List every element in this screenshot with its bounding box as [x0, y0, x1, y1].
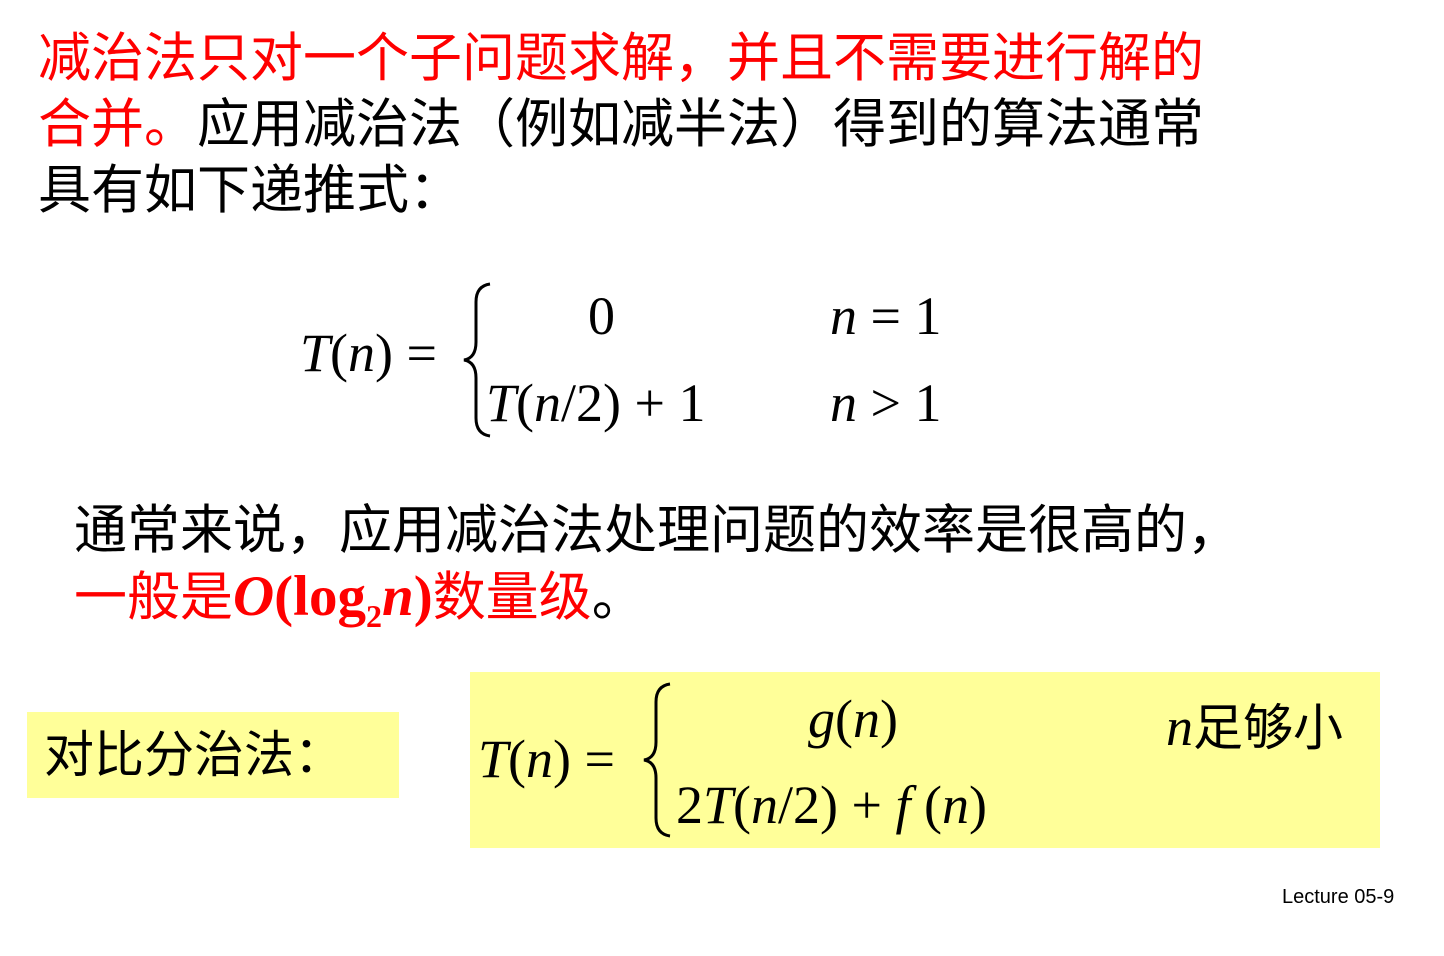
divide-condition-variable: n [1166, 697, 1193, 757]
divide-recurrence-lhs: T(n) = [478, 728, 615, 790]
divide-condition-text: 足够小 [1193, 699, 1343, 757]
divide-case-1-value: g(n) [808, 689, 898, 749]
divide-lhs-argument: (n) = [508, 729, 615, 789]
lecture-footer: Lecture 05-9 [1282, 886, 1395, 908]
divide-case-2-value: 2T(n/2) + f (n) [676, 775, 987, 835]
divide-case-1-condition: n足够小 [1166, 688, 1343, 760]
divide-lhs-function: T [478, 729, 509, 789]
divide-left-brace [643, 682, 671, 838]
divide-recurrence: T(n) = g(n) n足够小 2T(n/2) + f (n) [0, 0, 1444, 956]
